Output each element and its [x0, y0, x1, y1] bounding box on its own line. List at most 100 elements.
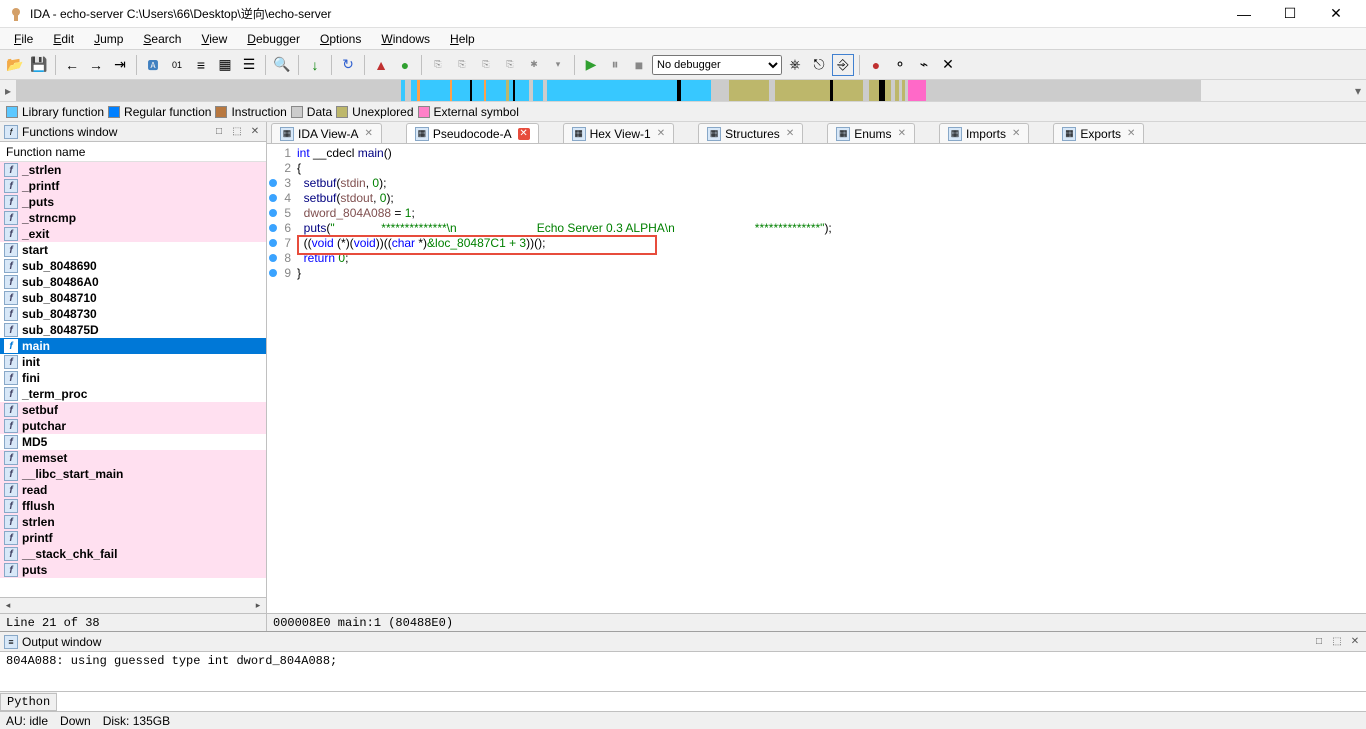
python-input[interactable] [57, 692, 1366, 711]
out-close-icon[interactable]: ✕ [1348, 635, 1362, 649]
func-row[interactable]: fsub_8048690 [0, 258, 266, 274]
tool-bin-icon[interactable]: 01 [166, 54, 188, 76]
menu-view[interactable]: View [191, 30, 237, 48]
func-row[interactable]: f__libc_start_main [0, 466, 266, 482]
func-row[interactable]: fMD5 [0, 434, 266, 450]
code-line[interactable]: 3 setbuf(stdin, 0); [267, 176, 1366, 191]
code-line[interactable]: 9} [267, 266, 1366, 281]
tab-enums[interactable]: ▦Enums✕ [827, 123, 915, 143]
dbg-opt3-icon[interactable]: ⎆ [832, 54, 854, 76]
code-line[interactable]: 8 return 0; [267, 251, 1366, 266]
func-row[interactable]: f_printf [0, 178, 266, 194]
func-row[interactable]: fsub_804875D [0, 322, 266, 338]
nav-fwd2-icon[interactable]: ⇥ [109, 54, 131, 76]
code-f-icon[interactable]: ✱ [523, 54, 545, 76]
out-opts-icon[interactable]: □ [1312, 635, 1326, 649]
tab-imports[interactable]: ▦Imports✕ [939, 123, 1029, 143]
func-row[interactable]: fread [0, 482, 266, 498]
nav-right-icon[interactable]: ▾ [1350, 80, 1366, 101]
menu-debugger[interactable]: Debugger [237, 30, 310, 48]
menu-jump[interactable]: Jump [84, 30, 133, 48]
code-h-icon[interactable]: ⎘ [499, 54, 521, 76]
zoom-in-icon[interactable]: 🔍 [271, 54, 293, 76]
tab-exports[interactable]: ▦Exports✕ [1053, 123, 1144, 143]
nav-fwd-icon[interactable]: → [85, 54, 107, 76]
bp3-icon[interactable]: ⌁ [913, 54, 935, 76]
dbg-opt1-icon[interactable]: ⎈ [784, 54, 806, 76]
maximize-button[interactable]: ☐ [1268, 1, 1312, 27]
tab-ida-view-a[interactable]: ▦IDA View-A✕ [271, 123, 382, 143]
func-row[interactable]: finit [0, 354, 266, 370]
func-row[interactable]: f__stack_chk_fail [0, 546, 266, 562]
tab-close-icon[interactable]: ✕ [786, 128, 794, 139]
func-row[interactable]: fprintf [0, 530, 266, 546]
open-icon[interactable]: 📂 [4, 54, 26, 76]
code-line[interactable]: 5 dword_804A088 = 1; [267, 206, 1366, 221]
python-label[interactable]: Python [0, 693, 57, 711]
func-row[interactable]: ffflush [0, 498, 266, 514]
pseudocode-view[interactable]: 1int __cdecl main()2{3 setbuf(stdin, 0);… [267, 144, 1366, 613]
code-line[interactable]: 2{ [267, 161, 1366, 176]
func-row[interactable]: fputchar [0, 418, 266, 434]
tool-text-icon[interactable]: ≡ [190, 54, 212, 76]
dbg-pause-icon[interactable]: ⏸ [604, 54, 626, 76]
func-row[interactable]: f_term_proc [0, 386, 266, 402]
menu-search[interactable]: Search [133, 30, 191, 48]
bp2-icon[interactable]: ⚬ [889, 54, 911, 76]
dbg-stop-icon[interactable]: ■ [628, 54, 650, 76]
tab-structures[interactable]: ▦Structures✕ [698, 123, 803, 143]
func-row[interactable]: fstrlen [0, 514, 266, 530]
func-row[interactable]: fsub_80486A0 [0, 274, 266, 290]
col-header[interactable]: Function name [0, 142, 266, 162]
dbg-opt2-icon[interactable]: ⎋ [808, 54, 830, 76]
bp-icon[interactable]: ● [865, 54, 887, 76]
function-list[interactable]: f_strlenf_printff_putsf_strncmpf_exitfst… [0, 162, 266, 597]
tool-graph-icon[interactable]: ▦ [214, 54, 236, 76]
menu-file[interactable]: File [4, 30, 43, 48]
code-dn-icon[interactable]: ▾ [547, 54, 569, 76]
step-down-icon[interactable]: ↓ [304, 54, 326, 76]
menu-help[interactable]: Help [440, 30, 485, 48]
func-row[interactable]: fstart [0, 242, 266, 258]
dbg-run-icon[interactable]: ▶ [580, 54, 602, 76]
tab-close-icon[interactable]: ✕ [518, 128, 530, 140]
code-line[interactable]: 4 setbuf(stdout, 0); [267, 191, 1366, 206]
func-row[interactable]: ffini [0, 370, 266, 386]
tab-close-icon[interactable]: ✕ [1127, 128, 1135, 139]
func-row[interactable]: fmain [0, 338, 266, 354]
menu-windows[interactable]: Windows [371, 30, 440, 48]
convert-icon[interactable]: ↻ [337, 54, 359, 76]
tool-a-icon[interactable]: 🅰 [142, 54, 164, 76]
func-row[interactable]: f_strlen [0, 162, 266, 178]
tab-close-icon[interactable]: ✕ [364, 128, 372, 139]
out-pin-icon[interactable]: ⬚ [1330, 635, 1344, 649]
func-row[interactable]: fsetbuf [0, 402, 266, 418]
tab-close-icon[interactable]: ✕ [657, 128, 665, 139]
debugger-select[interactable]: No debugger [652, 55, 782, 75]
func-row[interactable]: f_puts [0, 194, 266, 210]
output-body[interactable]: 804A088: using guessed type int dword_80… [0, 652, 1366, 691]
tab-hex-view-1[interactable]: ▦Hex View-1✕ [563, 123, 675, 143]
pane-pin-icon[interactable]: ⬚ [230, 125, 244, 139]
tab-pseudocode-a[interactable]: ▦Pseudocode-A✕ [406, 123, 539, 143]
menu-edit[interactable]: Edit [43, 30, 84, 48]
save-icon[interactable]: 💾 [28, 54, 50, 76]
code-t-icon[interactable]: ⎘ [475, 54, 497, 76]
stop-icon[interactable]: ▲ [370, 54, 392, 76]
tab-close-icon[interactable]: ✕ [898, 128, 906, 139]
func-row[interactable]: fsub_8048730 [0, 306, 266, 322]
close-button[interactable]: ✕ [1314, 1, 1358, 27]
hscroll[interactable]: ◂▸ [0, 597, 266, 613]
pane-opts-icon[interactable]: □ [212, 125, 226, 139]
nav-back-icon[interactable]: ← [61, 54, 83, 76]
minimize-button[interactable]: — [1222, 1, 1266, 27]
bp4-icon[interactable]: ✕ [937, 54, 959, 76]
nav-bar[interactable]: ▸ ▾ [0, 80, 1366, 102]
nav-left-icon[interactable]: ▸ [0, 80, 16, 101]
tab-close-icon[interactable]: ✕ [1012, 128, 1020, 139]
code-line[interactable]: 7 ((void (*)(void))((char *)&loc_80487C1… [267, 236, 1366, 251]
func-row[interactable]: fputs [0, 562, 266, 578]
pane-close-icon[interactable]: ✕ [248, 125, 262, 139]
func-row[interactable]: fmemset [0, 450, 266, 466]
run-dot-icon[interactable]: ● [394, 54, 416, 76]
